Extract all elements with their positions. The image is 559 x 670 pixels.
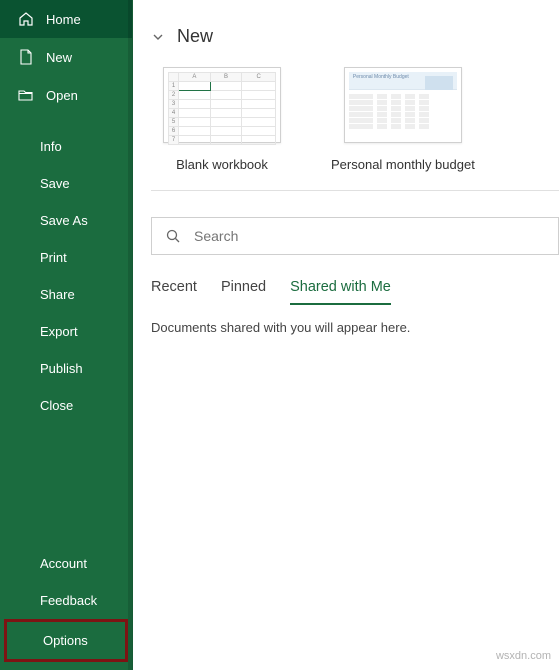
- tab-recent[interactable]: Recent: [151, 279, 197, 305]
- sidebar-item-feedback[interactable]: Feedback: [0, 582, 132, 619]
- sidebar-item-export[interactable]: Export: [0, 313, 132, 350]
- sidebar-item-home[interactable]: Home: [0, 0, 132, 38]
- search-input[interactable]: [194, 228, 558, 244]
- sidebar-label: Account: [40, 556, 87, 571]
- sidebar-item-save-as[interactable]: Save As: [0, 202, 132, 239]
- template-personal-monthly-budget[interactable]: Personal monthly budget: [331, 67, 475, 172]
- sidebar-label: Close: [40, 398, 73, 413]
- empty-state-message: Documents shared with you will appear he…: [133, 306, 559, 349]
- template-blank-workbook[interactable]: ABC 1 2 3 4 5 6 7 Blank workbook: [163, 67, 281, 172]
- sidebar-label: Publish: [40, 361, 83, 376]
- sidebar-label: Export: [40, 324, 78, 339]
- template-label: Blank workbook: [176, 157, 268, 172]
- sidebar-item-new[interactable]: New: [0, 38, 132, 76]
- sidebar-item-print[interactable]: Print: [0, 239, 132, 276]
- sidebar-label: Feedback: [40, 593, 97, 608]
- sidebar-label: Info: [40, 139, 62, 154]
- section-header-new[interactable]: New: [133, 0, 559, 67]
- sidebar-label: Save: [40, 176, 70, 191]
- home-icon: [18, 11, 34, 27]
- tab-pinned[interactable]: Pinned: [221, 279, 266, 305]
- backstage-sidebar: Home New Open Info Save Save As Print Sh…: [0, 0, 133, 670]
- template-thumbnail: ABC 1 2 3 4 5 6 7: [163, 67, 281, 143]
- section-title: New: [177, 26, 213, 47]
- sidebar-label: Home: [46, 12, 81, 27]
- sidebar-item-open[interactable]: Open: [0, 76, 132, 114]
- sidebar-item-close[interactable]: Close: [0, 387, 132, 424]
- options-highlight-box: Options: [4, 619, 128, 662]
- sidebar-item-share[interactable]: Share: [0, 276, 132, 313]
- search-icon: [152, 228, 194, 244]
- template-label: Personal monthly budget: [331, 157, 475, 172]
- sidebar-item-publish[interactable]: Publish: [0, 350, 132, 387]
- template-gallery: ABC 1 2 3 4 5 6 7 Blank workbook: [133, 67, 559, 190]
- new-file-icon: [18, 49, 34, 65]
- document-tabs: Recent Pinned Shared with Me: [133, 255, 559, 306]
- sidebar-label: Open: [46, 88, 78, 103]
- sidebar-item-info[interactable]: Info: [0, 128, 132, 165]
- tab-shared-with-me[interactable]: Shared with Me: [290, 279, 391, 305]
- chevron-down-icon: [151, 30, 165, 44]
- sidebar-label: Options: [43, 633, 88, 648]
- sidebar-label: Print: [40, 250, 67, 265]
- sidebar-item-account[interactable]: Account: [0, 545, 132, 582]
- sidebar-item-options[interactable]: Options: [7, 622, 125, 659]
- search-box[interactable]: [151, 217, 559, 255]
- folder-open-icon: [18, 87, 34, 103]
- watermark: wsxdn.com: [496, 650, 551, 662]
- sidebar-label: Save As: [40, 213, 88, 228]
- sidebar-item-save[interactable]: Save: [0, 165, 132, 202]
- sidebar-label: Share: [40, 287, 75, 302]
- divider: [151, 190, 559, 191]
- template-thumbnail: [344, 67, 462, 143]
- main-content: New ABC 1 2 3 4 5 6 7: [133, 0, 559, 670]
- sidebar-label: New: [46, 50, 72, 65]
- sidebar-scrollbar[interactable]: [128, 0, 132, 670]
